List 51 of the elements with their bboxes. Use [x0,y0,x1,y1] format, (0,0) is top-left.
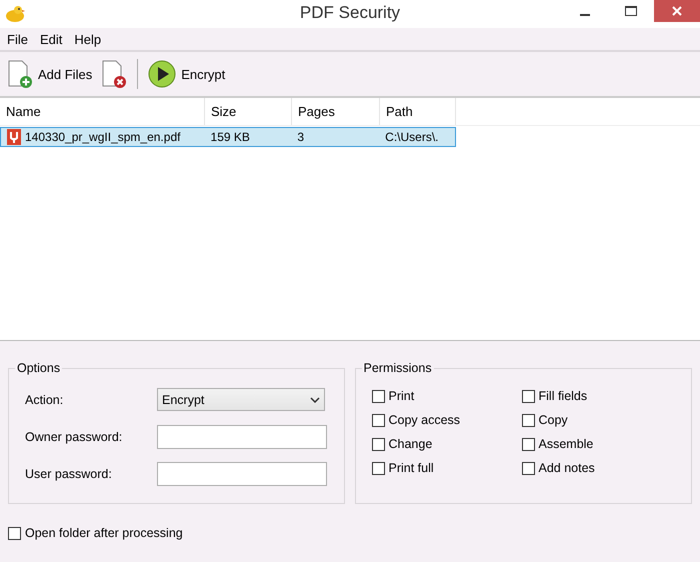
menu-item[interactable]: Edit [34,32,68,46]
close-icon [672,6,682,16]
chevron-icon [310,396,320,402]
checkbox[interactable] [522,390,534,402]
checkbox-label: Change [388,437,432,451]
field-label: Action: [25,392,64,406]
minimize-icon [580,14,590,16]
checkbox[interactable] [372,414,384,426]
checkbox[interactable] [372,390,384,402]
group-title: Options [16,361,62,375]
table-cell: C:\Users\. [385,130,438,144]
menu-item[interactable]: Help [69,32,106,46]
add-file-icon [6,59,34,89]
checkbox[interactable] [372,438,384,450]
table-cell: 159 KB [210,130,250,144]
user-password-field[interactable] [157,462,327,486]
app-logo-icon [4,4,26,24]
action-dropdown[interactable]: Encrypt [157,388,325,411]
pdf-icon [7,129,21,145]
checkbox[interactable] [522,414,534,426]
file-row[interactable]: 140330_pr_wgII_spm_en.pdf 159 KB 3 C:\Users\. [0,127,456,147]
checkbox[interactable] [522,462,534,474]
checkbox-label: Open folder after processing [25,526,183,540]
add-files-button[interactable]: Add Files [4,57,94,91]
checkbox-label: Copy [538,413,568,427]
column-header[interactable]: Pages [292,98,380,125]
checkbox-label: Print [388,389,414,403]
table-cell: 3 [297,130,304,144]
checkbox[interactable] [522,438,534,450]
checkbox-label: Fill fields [538,389,588,403]
group-title: Permissions [362,361,433,375]
checkbox[interactable] [372,462,384,474]
owner-password-field[interactable] [157,424,327,448]
close-button[interactable] [654,0,700,22]
checkbox-label: Copy access [388,413,460,427]
checkbox-label: Add notes [538,461,595,475]
play-icon [147,59,178,89]
column-header[interactable]: Path [380,98,456,125]
table-cell: 140330_pr_wgII_spm_en.pdf [25,130,180,144]
encrypt-button[interactable]: Encrypt [145,57,228,91]
column-header[interactable]: Size [205,98,292,125]
menu-item[interactable]: File [2,32,33,46]
field-label: User password: [25,466,113,480]
checkbox-label: Print full [388,461,434,475]
column-header[interactable]: Name [0,98,205,125]
checkbox[interactable] [8,526,21,540]
field-label: Owner password: [25,430,124,444]
remove-file-icon [100,59,128,89]
window-title: PDF Security [300,3,400,23]
maximize-icon [625,6,637,16]
checkbox-label: Assemble [538,437,594,451]
